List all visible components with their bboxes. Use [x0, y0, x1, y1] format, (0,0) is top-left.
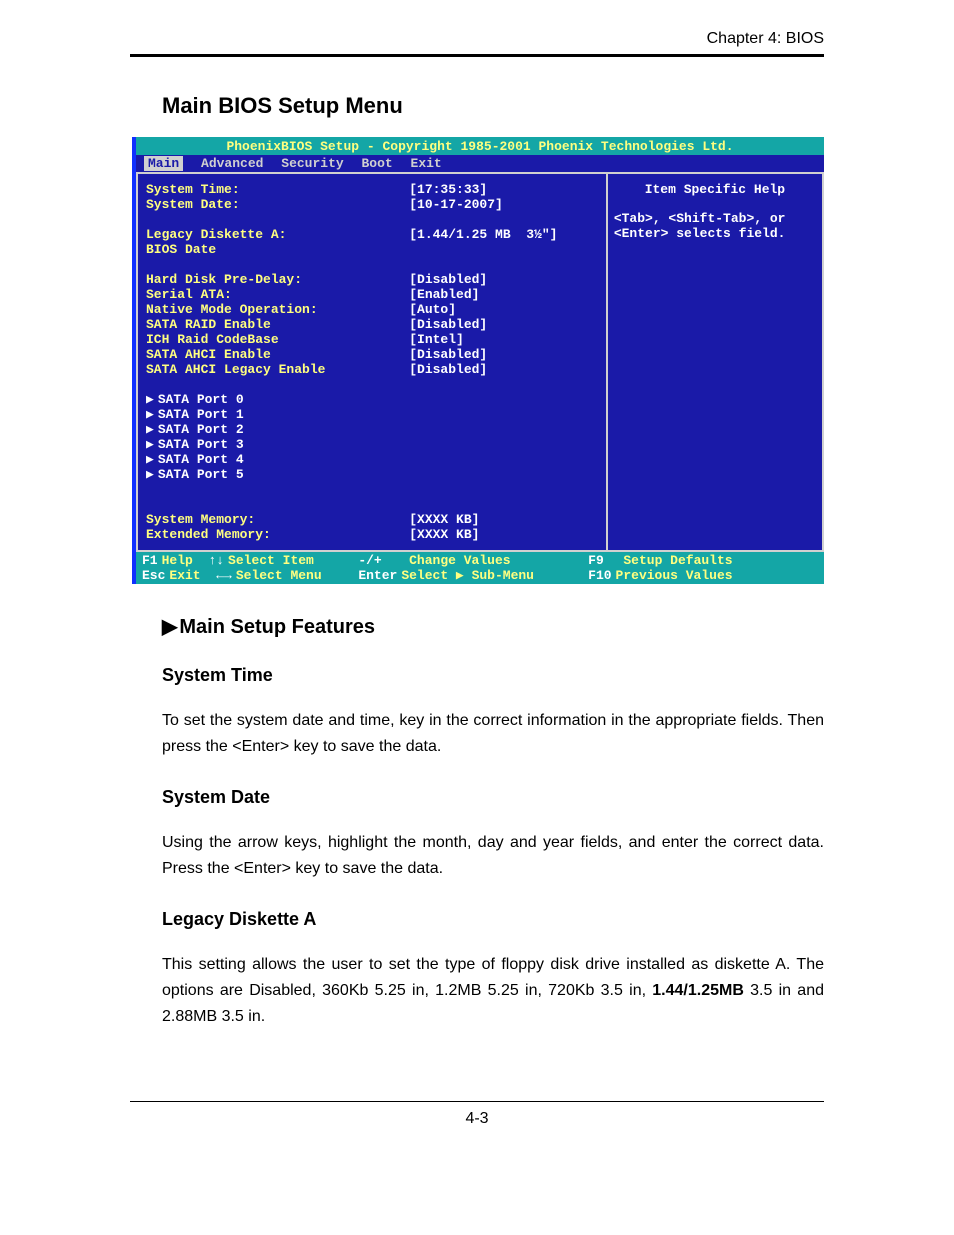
submenu-item[interactable]: ▶SATA Port 0	[146, 392, 600, 407]
field-label: System Time:	[146, 182, 409, 197]
field-label: ICH Raid CodeBase	[146, 332, 409, 347]
triangle-icon: ▶	[162, 616, 177, 638]
bios-tab-main[interactable]: Main	[144, 156, 183, 171]
help-title: Item Specific Help	[614, 182, 816, 197]
triangle-icon: ▶	[146, 452, 154, 467]
triangle-icon: ▶	[146, 467, 154, 482]
field-label: Native Mode Operation:	[146, 302, 409, 317]
feature-title: System Time	[162, 665, 824, 686]
field-label: SATA AHCI Legacy Enable	[146, 362, 409, 377]
section-title: Main BIOS Setup Menu	[162, 93, 824, 119]
field-label: SATA RAID Enable	[146, 317, 409, 332]
field-value[interactable]: [Disabled]	[409, 347, 487, 362]
page-number: 4-3	[130, 1110, 824, 1128]
field-value[interactable]: [10-17-2007]	[409, 197, 503, 212]
field-value[interactable]: [Auto]	[409, 302, 456, 317]
features-heading: ▶Main Setup Features	[162, 614, 824, 639]
rule-top	[130, 54, 824, 57]
field-label: Extended Memory:	[146, 527, 409, 542]
rule-bottom	[130, 1101, 824, 1102]
field-label: BIOS Date	[146, 242, 409, 257]
field-value[interactable]: [Disabled]	[409, 272, 487, 287]
submenu-item[interactable]: ▶SATA Port 1	[146, 407, 600, 422]
bios-help-pane: Item Specific Help <Tab>, <Shift-Tab>, o…	[608, 174, 822, 550]
help-text: <Tab>, <Shift-Tab>, or <Enter> selects f…	[614, 211, 816, 241]
field-value[interactable]: [Enabled]	[409, 287, 479, 302]
bios-titlebar: PhoenixBIOS Setup - Copyright 1985-2001 …	[136, 137, 824, 155]
feature-title: Legacy Diskette A	[162, 909, 824, 930]
bios-menubar: Main Advanced Security Boot Exit	[136, 155, 824, 172]
bios-footer: F1Help ↑↓Select Item -/+ Change Values F…	[136, 552, 824, 584]
bios-tab-exit[interactable]: Exit	[411, 156, 442, 171]
feature-body: This setting allows the user to set the …	[162, 952, 824, 1031]
submenu-item[interactable]: ▶SATA Port 3	[146, 437, 600, 452]
field-label: Legacy Diskette A:	[146, 227, 409, 242]
triangle-icon: ▶	[146, 437, 154, 452]
triangle-icon: ▶	[146, 422, 154, 437]
field-value: [XXXX KB]	[409, 512, 479, 527]
field-value[interactable]: [Disabled]	[409, 317, 487, 332]
field-label: System Memory:	[146, 512, 409, 527]
field-label: Serial ATA:	[146, 287, 409, 302]
feature-body: Using the arrow keys, highlight the mont…	[162, 830, 824, 883]
bios-tab-boot[interactable]: Boot	[362, 156, 393, 171]
field-label: Hard Disk Pre-Delay:	[146, 272, 409, 287]
triangle-icon: ▶	[146, 407, 154, 422]
bios-main-pane: System Time:[17:35:33] System Date:[10-1…	[138, 174, 606, 550]
submenu-item[interactable]: ▶SATA Port 4	[146, 452, 600, 467]
bios-screenshot: PhoenixBIOS Setup - Copyright 1985-2001 …	[132, 137, 824, 584]
field-label: SATA AHCI Enable	[146, 347, 409, 362]
chapter-label: Chapter 4: BIOS	[130, 30, 824, 48]
field-value[interactable]: [1.44/1.25 MB 3½"]	[409, 227, 557, 242]
field-value[interactable]: [Disabled]	[409, 362, 487, 377]
field-value[interactable]: [17:35:33]	[409, 182, 487, 197]
feature-title: System Date	[162, 787, 824, 808]
bios-tab-advanced[interactable]: Advanced	[201, 156, 263, 171]
submenu-item[interactable]: ▶SATA Port 5	[146, 467, 600, 482]
field-label: System Date:	[146, 197, 409, 212]
triangle-icon: ▶	[146, 392, 154, 407]
submenu-item[interactable]: ▶SATA Port 2	[146, 422, 600, 437]
bios-tab-security[interactable]: Security	[281, 156, 343, 171]
field-value: [XXXX KB]	[409, 527, 479, 542]
feature-body: To set the system date and time, key in …	[162, 708, 824, 761]
field-value[interactable]: [Intel]	[409, 332, 464, 347]
